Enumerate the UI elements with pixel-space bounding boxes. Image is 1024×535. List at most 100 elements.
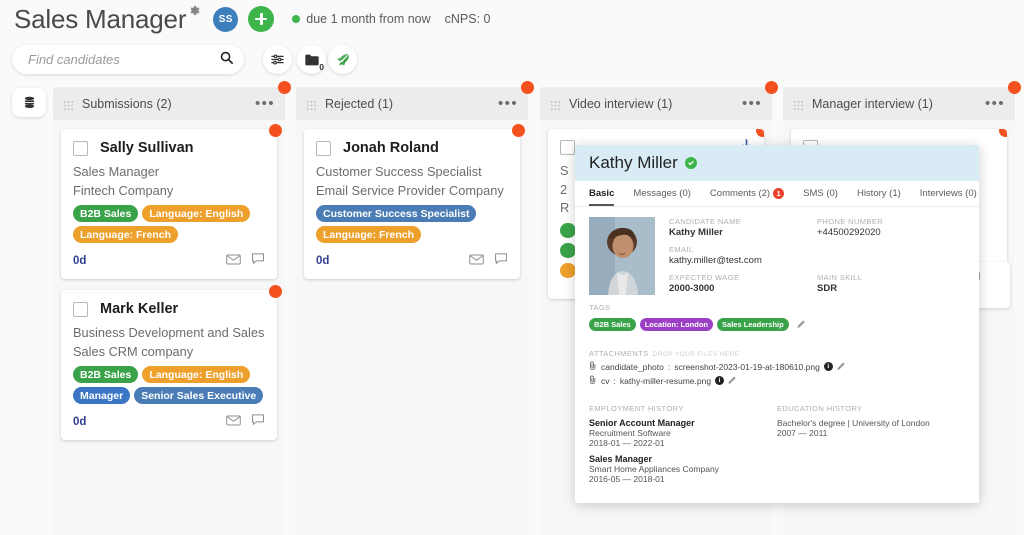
card-checkbox[interactable]	[316, 140, 331, 156]
drag-grip-icon[interactable]	[306, 98, 317, 111]
attachment-row[interactable]: candidate_photo : screenshot-2023-01-19-…	[589, 361, 965, 372]
tag[interactable]: Location: London	[639, 317, 714, 331]
database-icon[interactable]	[12, 88, 46, 117]
tag[interactable]: Customer Success Specialist	[316, 205, 477, 222]
search-box[interactable]	[12, 45, 244, 74]
column-header[interactable]: Submissions (2) •••	[53, 87, 285, 120]
modal-tabbar: Basic Messages (0) Comments (2) 1 SMS (0)…	[575, 181, 979, 207]
pencil-icon[interactable]	[837, 361, 846, 372]
paperclip-icon	[589, 361, 597, 372]
column-header[interactable]: Rejected (1) •••	[296, 87, 528, 120]
ellipsis-icon[interactable]: •••	[498, 96, 518, 111]
tag[interactable]: Language: French	[73, 226, 179, 243]
expected-wage-label: EXPECTED WAGE	[669, 273, 740, 282]
card-alert-dot	[999, 129, 1007, 137]
card-tags: Customer Success Specialist Language: Fr…	[316, 205, 508, 243]
column-title: Submissions (2)	[82, 96, 172, 111]
page-title: Sales Manager	[14, 4, 187, 34]
tag[interactable]: Sales Leadership	[717, 317, 789, 331]
tab-messages[interactable]: Messages (0)	[633, 188, 691, 199]
column-title: Video interview (1)	[569, 96, 673, 111]
tag[interactable]: B2B Sales	[73, 366, 139, 383]
column-body: Jonah Roland Customer Success Specialist…	[296, 120, 528, 535]
tag[interactable]	[560, 242, 576, 258]
folder-icon[interactable]: 0	[297, 45, 326, 74]
drag-grip-icon[interactable]	[63, 98, 74, 111]
history-section: EMPLOYMENT HISTORY Senior Account Manage…	[589, 404, 965, 484]
column-header[interactable]: Manager interview (1) •••	[783, 87, 1015, 120]
tag[interactable]	[560, 222, 576, 238]
search-input[interactable]	[28, 52, 219, 67]
gear-icon[interactable]	[188, 4, 201, 17]
employment-entry: Sales Manager Smart Home Appliances Comp…	[589, 454, 777, 484]
drag-grip-icon[interactable]	[793, 98, 804, 111]
card-header: Mark Keller	[73, 301, 265, 317]
search-icon[interactable]	[219, 50, 234, 70]
tag[interactable]: Language: English	[142, 366, 251, 383]
tag[interactable]: Language: French	[316, 226, 422, 243]
card-checkbox[interactable]	[560, 140, 575, 155]
info-icon[interactable]: i	[715, 376, 725, 385]
candidate-info: CANDIDATE NAME Kathy Miller PHONE NUMBER…	[589, 217, 965, 301]
card-header: Jonah Roland	[316, 140, 508, 156]
card-alert-dot	[269, 285, 282, 298]
speech-bubble-icon[interactable]	[251, 252, 265, 270]
tag[interactable]: B2B Sales	[589, 317, 636, 331]
tab-interviews[interactable]: Interviews (0)	[920, 188, 977, 199]
candidate-card[interactable]: Mark Keller Business Development and Sal…	[61, 285, 282, 440]
pencil-icon[interactable]	[728, 375, 737, 386]
tab-sms[interactable]: SMS (0)	[803, 188, 838, 199]
tag[interactable]	[560, 262, 576, 278]
card-actions	[469, 252, 508, 270]
card-checkbox[interactable]	[73, 301, 88, 317]
card-checkbox[interactable]	[73, 140, 88, 156]
candidate-fields: CANDIDATE NAME Kathy Miller PHONE NUMBER…	[669, 217, 965, 301]
email-label: EMAIL	[669, 245, 694, 254]
attachment-file: kathy-miller-resume.png	[619, 375, 712, 386]
title-row: Sales Manager SS due 1 month from now cN…	[14, 4, 491, 34]
envelope-icon[interactable]	[226, 252, 241, 270]
column-header[interactable]: Video interview (1) •••	[540, 87, 772, 120]
comments-badge: 1	[773, 187, 785, 199]
candidate-company: Sales CRM company	[73, 343, 194, 359]
candidate-detail-modal: Kathy Miller Basic Messages (0) Comments…	[575, 145, 979, 503]
ellipsis-icon[interactable]: •••	[255, 96, 275, 111]
envelope-icon[interactable]	[226, 413, 241, 431]
drag-grip-icon[interactable]	[550, 98, 561, 111]
candidate-company: Email Service Provider Company	[316, 182, 504, 198]
speech-bubble-icon[interactable]	[494, 252, 508, 270]
tab-history[interactable]: History (1)	[857, 188, 901, 199]
attachment-row[interactable]: cv : kathy-miller-resume.png i	[589, 375, 965, 386]
education-entry: Bachelor's degree | University of London…	[777, 418, 965, 438]
rocket-icon[interactable]	[328, 45, 357, 74]
filter-sliders-icon[interactable]	[263, 45, 292, 74]
card-age: 0d	[316, 255, 330, 267]
avatar[interactable]: SS	[213, 6, 239, 32]
tag[interactable]: Language: English	[142, 205, 251, 222]
employment-entry: Senior Account Manager Recruitment Softw…	[589, 418, 777, 448]
pencil-icon[interactable]	[797, 315, 806, 333]
candidate-name-label: CANDIDATE NAME	[669, 217, 742, 226]
paperclip-icon	[589, 375, 597, 386]
tag[interactable]: B2B Sales	[73, 205, 139, 222]
card-footer: 0d	[316, 252, 508, 270]
tag[interactable]: Manager	[73, 387, 131, 404]
column-title: Manager interview (1)	[812, 96, 933, 111]
ellipsis-icon[interactable]: •••	[985, 96, 1005, 111]
candidate-company: Fintech Company	[73, 182, 174, 198]
candidate-card[interactable]: Jonah Roland Customer Success Specialist…	[304, 124, 525, 279]
card-alert-dot	[756, 129, 764, 137]
tab-comments[interactable]: Comments (2) 1	[710, 187, 785, 199]
job-dates: 2018-01 — 2022-01	[589, 438, 665, 448]
candidate-role: Sales Manager	[73, 164, 160, 179]
ellipsis-icon[interactable]: •••	[742, 96, 762, 111]
tags-section: TAGS B2B Sales Location: London Sales Le…	[589, 303, 965, 333]
add-candidate-button[interactable]	[248, 6, 275, 32]
tab-basic[interactable]: Basic	[589, 188, 615, 206]
candidate-card[interactable]: Sally Sullivan Sales Manager Fintech Com…	[61, 124, 282, 279]
tag[interactable]: Senior Sales Executive	[134, 387, 264, 404]
speech-bubble-icon[interactable]	[251, 413, 265, 431]
envelope-icon[interactable]	[469, 252, 484, 270]
info-icon[interactable]: i	[823, 362, 833, 371]
candidate-role: Customer Success Specialist	[316, 164, 482, 179]
